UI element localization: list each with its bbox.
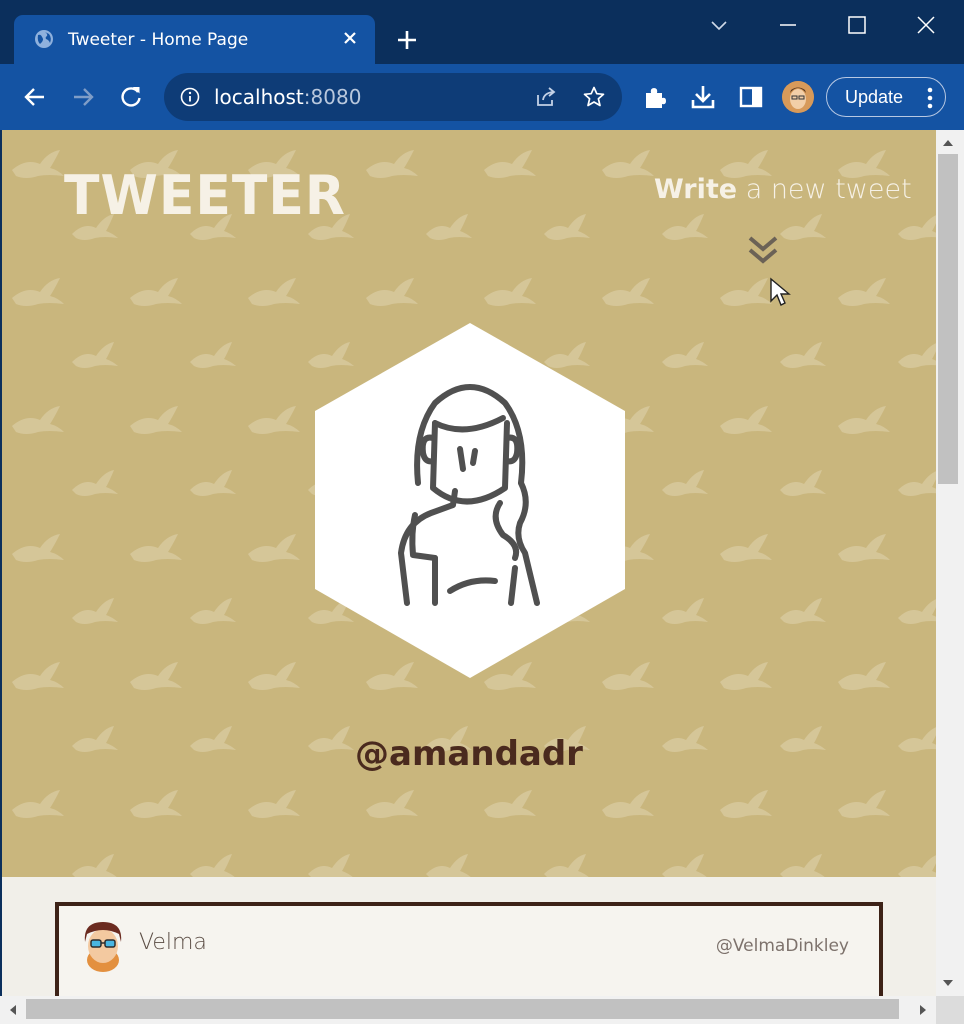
new-tab-icon[interactable] <box>396 29 418 51</box>
globe-icon <box>35 30 53 48</box>
forward-icon[interactable] <box>70 84 96 110</box>
reload-icon[interactable] <box>118 84 144 110</box>
page-viewport: TWEETER Write a new tweet @amandadr Velm… <box>2 130 936 996</box>
address-bar[interactable]: localhost:8080 <box>164 73 622 121</box>
horizontal-scrollbar-thumb[interactable] <box>26 999 899 1019</box>
url-port: :8080 <box>303 85 362 109</box>
tab-title: Tweeter - Home Page <box>68 30 249 50</box>
vertical-scrollbar[interactable] <box>936 130 964 996</box>
horizontal-scrollbar[interactable] <box>0 996 936 1024</box>
browser-tab[interactable]: Tweeter - Home Page <box>14 15 375 64</box>
vertical-scrollbar-thumb[interactable] <box>938 154 958 484</box>
back-icon[interactable] <box>22 84 48 110</box>
scroll-left-icon[interactable] <box>6 1003 20 1017</box>
close-window-icon[interactable] <box>913 12 939 38</box>
profile-avatar[interactable] <box>782 81 814 113</box>
url-text[interactable]: localhost:8080 <box>214 85 361 109</box>
scroll-down-icon[interactable] <box>941 976 955 990</box>
close-tab-icon[interactable] <box>341 29 359 47</box>
tweet-author-handle: @VelmaDinkley <box>715 936 849 956</box>
more-menu-icon[interactable] <box>927 87 933 109</box>
write-rest-text: a new tweet <box>737 174 912 205</box>
update-button[interactable]: Update <box>826 77 946 117</box>
scroll-right-icon[interactable] <box>916 1003 930 1017</box>
tab-strip: Tweeter - Home Page <box>0 0 964 64</box>
extensions-icon[interactable] <box>642 84 668 110</box>
update-label: Update <box>845 87 904 107</box>
site-info-icon[interactable] <box>180 87 200 107</box>
tweet-card: Velma @VelmaDinkley <box>55 902 883 996</box>
browser-toolbar: localhost:8080 Update <box>0 64 964 130</box>
scrollbar-corner <box>936 996 964 1024</box>
url-host: localhost <box>214 85 304 109</box>
double-chevron-down-icon[interactable] <box>746 233 780 267</box>
bookmark-star-icon[interactable] <box>582 85 606 109</box>
share-icon[interactable] <box>534 85 558 109</box>
write-new-tweet-link[interactable]: Write a new tweet <box>654 174 912 205</box>
tab-search-icon[interactable] <box>706 12 732 38</box>
maximize-icon[interactable] <box>844 12 870 38</box>
download-icon[interactable] <box>690 84 716 110</box>
tweet-author-name: Velma <box>139 930 207 955</box>
profile-face-icon <box>782 81 814 113</box>
scroll-up-icon[interactable] <box>941 136 955 150</box>
minimize-icon[interactable] <box>775 12 801 38</box>
write-bold-text: Write <box>654 174 738 205</box>
tweeter-logo[interactable]: TWEETER <box>64 165 346 228</box>
profile-avatar-hexagon <box>315 323 625 678</box>
profile-handle: @amandadr <box>355 734 583 774</box>
mouse-cursor-icon <box>770 277 791 306</box>
tweet-author-avatar <box>84 922 122 972</box>
profile-header: TWEETER Write a new tweet @amandadr <box>2 130 936 877</box>
side-panel-icon[interactable] <box>738 84 764 110</box>
